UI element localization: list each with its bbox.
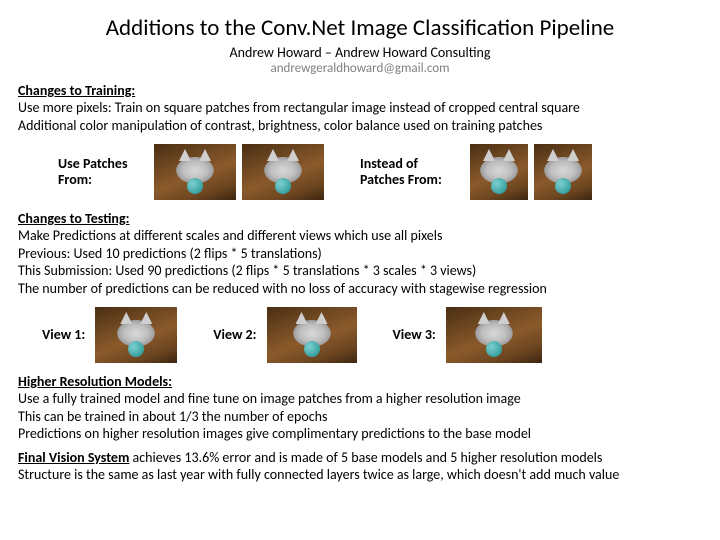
patch-image [242, 144, 324, 200]
training-section: Changes to Training: Use more pixels: Tr… [18, 82, 702, 134]
hires-line: Predictions on higher resolution images … [18, 425, 702, 443]
patches-instead-caption: Instead of Patches From: [356, 156, 464, 188]
hires-heading: Higher Resolution Models: [18, 373, 702, 390]
training-line: Additional color manipulation of contras… [18, 117, 702, 135]
testing-heading: Changes to Testing: [18, 210, 702, 227]
hires-section: Higher Resolution Models: Use a fully tr… [18, 373, 702, 443]
view-image [267, 307, 357, 363]
training-heading: Changes to Training: [18, 82, 702, 99]
patches-row: Use Patches From: Instead of Patches Fro… [18, 144, 702, 200]
view1-caption: View 1: [38, 327, 89, 343]
testing-section: Changes to Testing: Make Predictions at … [18, 210, 702, 297]
patch-image [470, 144, 528, 200]
hires-line: This can be trained in about 1/3 the num… [18, 408, 702, 426]
patches-from-caption: Use Patches From: [54, 156, 148, 188]
testing-line: Make Predictions at different scales and… [18, 227, 702, 245]
testing-line: Previous: Used 10 predictions (2 flips *… [18, 245, 702, 263]
patch-image [154, 144, 236, 200]
training-line: Use more pixels: Train on square patches… [18, 99, 702, 117]
final-section: Final Vision System achieves 13.6% error… [18, 449, 702, 484]
author-email: andrewgeraldhoward@gmail.com [18, 61, 702, 76]
views-row: View 1: View 2: View 3: [18, 307, 702, 363]
testing-line: This Submission: Used 90 predictions (2 … [18, 262, 702, 280]
final-line2: Structure is the same as last year with … [18, 466, 702, 484]
hires-line: Use a fully trained model and fine tune … [18, 390, 702, 408]
testing-line: The number of predictions can be reduced… [18, 280, 702, 298]
final-lead: Final Vision System [18, 449, 129, 466]
view-image [446, 307, 542, 363]
patch-image [534, 144, 592, 200]
final-rest: achieves 13.6% error and is made of 5 ba… [129, 449, 602, 466]
final-line1: Final Vision System achieves 13.6% error… [18, 449, 702, 467]
page-title: Additions to the Conv.Net Image Classifi… [18, 14, 702, 42]
view2-caption: View 2: [209, 327, 260, 343]
author-line: Andrew Howard – Andrew Howard Consulting [18, 44, 702, 61]
view-image [95, 307, 177, 363]
view3-caption: View 3: [389, 327, 440, 343]
